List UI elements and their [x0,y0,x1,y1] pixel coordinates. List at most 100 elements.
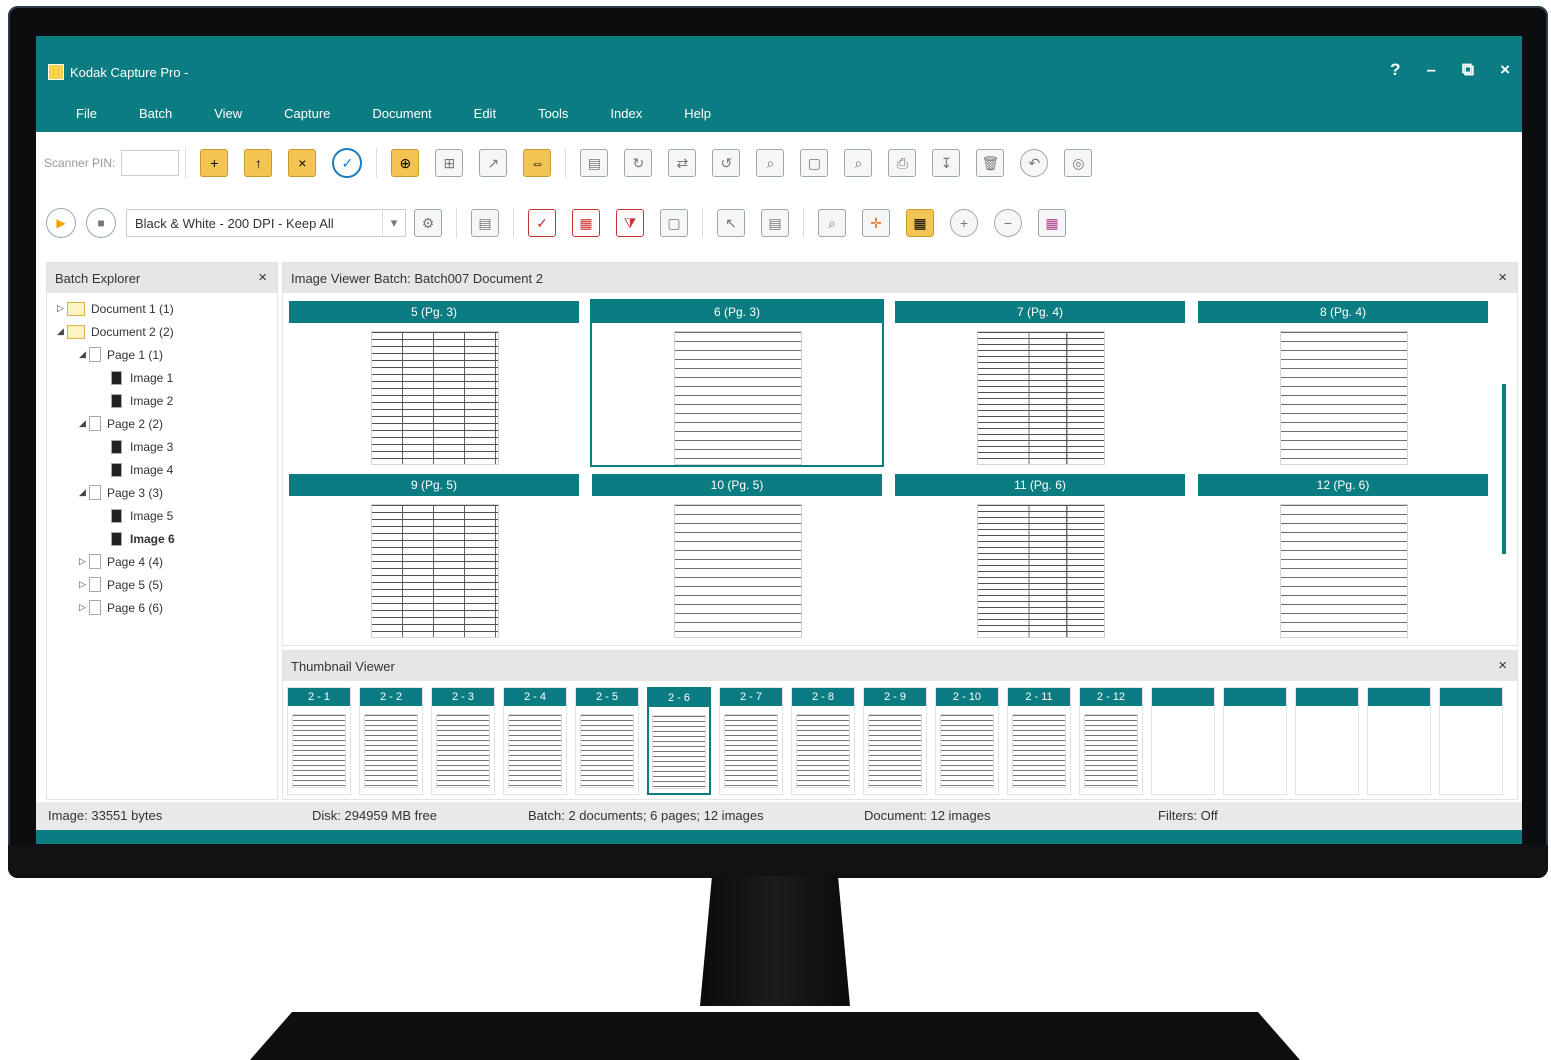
delete-batch-icon[interactable]: × [288,149,317,177]
new-batch-icon[interactable]: + [200,149,229,177]
menu-batch[interactable]: Batch [139,106,172,121]
page-thumbnail[interactable]: 11 (Pg. 6) [895,474,1185,638]
filter-icon[interactable]: ⧩ [616,209,644,237]
job-setup-select[interactable]: Black & White - 200 DPI - Keep All ▾ [126,209,406,237]
tree-item[interactable]: ▷ Document 1 (1) [47,297,175,320]
thumbnail-item[interactable] [1439,687,1503,795]
expand-arrow-icon[interactable]: ◢ [57,326,67,337]
scanner-pin-input[interactable] [121,150,180,176]
paste-icon[interactable]: ▤ [761,209,789,237]
ocr-icon[interactable]: ◎ [1064,149,1093,177]
thumbnail-item[interactable] [1151,687,1215,795]
menu-document[interactable]: Document [372,106,431,121]
tree-item[interactable]: ◢ Page 1 (1) [47,343,175,366]
thumbnail-item[interactable]: 2 - 8 [791,687,855,795]
menu-capture[interactable]: Capture [284,106,330,121]
trash-icon[interactable]: 🗑 [976,149,1005,177]
tree-item[interactable]: ◢ Page 3 (3) [47,481,175,504]
tree-item[interactable]: Image 6 [47,527,175,550]
job-settings-icon[interactable]: ⚙ [414,209,442,237]
zoom-out-icon[interactable]: − [994,209,1022,237]
expand-arrow-icon[interactable]: ◢ [79,349,89,360]
page-thumbnail[interactable]: 12 (Pg. 6) [1198,474,1488,638]
find-icon[interactable]: ⌕ [818,209,846,237]
expand-arrow-icon[interactable]: ▷ [79,556,89,567]
zoom-page-icon[interactable]: ⌕ [756,149,785,177]
help-button[interactable]: ? [1390,60,1400,80]
tree-item[interactable]: ◢ Page 2 (2) [47,412,175,435]
copy-page-icon[interactable]: ▢ [660,209,688,237]
flip-icon[interactable]: ⇄ [668,149,697,177]
thumbnail-item[interactable]: 2 - 1 [287,687,351,795]
expand-arrow-icon[interactable]: ◢ [79,418,89,429]
expand-arrow-icon[interactable]: ▷ [79,579,89,590]
insert-document-icon[interactable]: ⊕ [391,149,420,177]
menu-edit[interactable]: Edit [474,106,496,121]
checkmark-icon[interactable]: ✓ [528,209,556,237]
minimize-button[interactable]: – [1426,60,1435,80]
thumbnail-item[interactable]: 2 - 4 [503,687,567,795]
stop-icon[interactable]: ■ [86,208,116,238]
undo-icon[interactable]: ↶ [1020,149,1049,177]
thumbnail-item[interactable] [1223,687,1287,795]
open-batch-icon[interactable]: ↑ [244,149,273,177]
expand-arrow-icon[interactable]: ▷ [57,303,67,314]
expand-arrow-icon[interactable]: ▷ [79,602,89,613]
page-thumbnail[interactable]: 8 (Pg. 4) [1198,301,1488,465]
send-icon[interactable]: ↧ [932,149,961,177]
page-thumbnail[interactable]: 10 (Pg. 5) [592,474,882,638]
thumbnail-item[interactable] [1295,687,1359,795]
thumbnail-item[interactable]: 2 - 6 [647,687,711,795]
thumbnail-item[interactable]: 2 - 2 [359,687,423,795]
thumbnail-item[interactable]: 2 - 5 [575,687,639,795]
crosshair-icon[interactable]: ✛ [862,209,890,237]
page-thumbnail[interactable]: 7 (Pg. 4) [895,301,1185,465]
play-icon[interactable]: ▶ [46,208,76,238]
zoom-in-icon[interactable]: + [950,209,978,237]
page-thumbnail[interactable]: 5 (Pg. 3) [289,301,579,465]
close-button[interactable]: × [1500,60,1510,80]
tree-item[interactable]: Image 2 [47,389,175,412]
expand-arrow-icon[interactable]: ◢ [79,487,89,498]
thumbnail-item[interactable]: 2 - 9 [863,687,927,795]
thumbnail-item[interactable]: 2 - 10 [935,687,999,795]
scrollbar[interactable] [1502,384,1506,554]
merge-icon[interactable]: ⊞ [435,149,464,177]
thumbnail-item[interactable]: 2 - 7 [719,687,783,795]
move-document-icon[interactable]: ⇔ [523,149,552,177]
menu-tools[interactable]: Tools [538,106,568,121]
page-thumbnail[interactable]: 9 (Pg. 5) [289,474,579,638]
check-batch-icon[interactable]: ✓ [332,148,363,178]
thumbnail-item[interactable]: 2 - 11 [1007,687,1071,795]
tree-item[interactable]: Image 3 [47,435,175,458]
close-icon[interactable]: × [1498,269,1507,286]
print-icon[interactable]: ⎙ [888,149,917,177]
menu-help[interactable]: Help [684,106,711,121]
thumbnail-item[interactable] [1367,687,1431,795]
pointer-icon[interactable]: ↖ [717,209,745,237]
restore-button[interactable]: ⧉ [1462,60,1474,80]
tree-item[interactable]: ▷ Page 6 (6) [47,596,175,619]
find-page-icon[interactable]: ⌕ [844,149,873,177]
grid-view-icon[interactable]: ▦ [906,209,934,237]
close-icon[interactable]: × [258,269,267,286]
page-icon[interactable]: ▢ [800,149,829,177]
tree-item[interactable]: Image 5 [47,504,175,527]
document-setup-icon[interactable]: ▤ [471,209,499,237]
mark-page-icon[interactable]: ▦ [572,209,600,237]
page-thumbnail[interactable]: 6 (Pg. 3) [592,301,882,465]
tree-item[interactable]: ◢ Document 2 (2) [47,320,175,343]
tree-item[interactable]: ▷ Page 4 (4) [47,550,175,573]
rescan-icon[interactable]: ▤ [580,149,609,177]
thumbnail-item[interactable]: 2 - 12 [1079,687,1143,795]
menu-view[interactable]: View [214,106,242,121]
tree-item[interactable]: Image 4 [47,458,175,481]
color-palette-icon[interactable]: ▦ [1038,209,1066,237]
rotate-left-icon[interactable]: ↺ [712,149,741,177]
split-icon[interactable]: ↗ [479,149,508,177]
menu-index[interactable]: Index [610,106,642,121]
rotate-right-icon[interactable]: ↻ [624,149,653,177]
menu-file[interactable]: File [76,106,97,121]
tree-item[interactable]: Image 1 [47,366,175,389]
thumbnail-item[interactable]: 2 - 3 [431,687,495,795]
